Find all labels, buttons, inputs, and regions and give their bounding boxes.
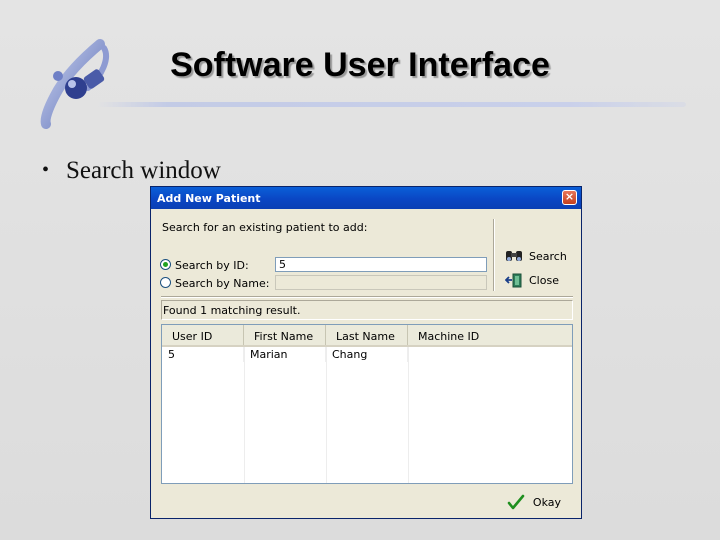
table-row[interactable]: 5 Marian Chang bbox=[162, 347, 572, 362]
results-table[interactable]: User ID First Name Last Name Machine ID … bbox=[161, 324, 573, 484]
cell-first-name: Marian bbox=[244, 347, 326, 362]
column-header-last-name[interactable]: Last Name bbox=[326, 325, 408, 345]
title-underline bbox=[96, 102, 686, 107]
search-by-id-radio[interactable] bbox=[160, 259, 171, 270]
bullet-text: Search window bbox=[66, 157, 221, 184]
close-button[interactable]: Close bbox=[505, 273, 559, 288]
horizontal-divider bbox=[161, 296, 573, 298]
search-button-label: Search bbox=[529, 249, 567, 263]
column-gridline bbox=[244, 347, 245, 483]
cell-last-name: Chang bbox=[326, 347, 408, 362]
search-button[interactable]: Search bbox=[505, 249, 567, 263]
column-gridline bbox=[408, 347, 409, 483]
result-status: Found 1 matching result. bbox=[161, 300, 573, 320]
table-header: User ID First Name Last Name Machine ID bbox=[162, 325, 572, 347]
close-window-button[interactable]: × bbox=[562, 190, 577, 205]
checkmark-icon bbox=[507, 494, 525, 510]
dialog-titlebar[interactable]: Add New Patient × bbox=[151, 187, 581, 209]
cell-machine-id bbox=[408, 347, 572, 362]
search-by-id-input[interactable]: 5 bbox=[275, 257, 487, 272]
vertical-divider bbox=[493, 219, 495, 291]
okay-button-label: Okay bbox=[532, 495, 561, 509]
column-gridline bbox=[326, 347, 327, 483]
okay-button[interactable]: Okay bbox=[507, 494, 561, 510]
column-header-user-id[interactable]: User ID bbox=[162, 325, 244, 345]
bullet-item: • Search window bbox=[42, 157, 221, 185]
close-button-label: Close bbox=[529, 274, 559, 287]
binoculars-icon bbox=[506, 251, 522, 261]
column-header-first-name[interactable]: First Name bbox=[244, 325, 326, 345]
search-by-name-input[interactable] bbox=[275, 275, 487, 290]
dialog-title: Add New Patient bbox=[157, 192, 261, 205]
add-new-patient-dialog: Add New Patient × Search for an existing… bbox=[150, 186, 582, 519]
bullet-dot: • bbox=[42, 159, 50, 181]
search-by-name-radio[interactable] bbox=[160, 277, 171, 288]
column-header-machine-id[interactable]: Machine ID bbox=[408, 325, 572, 345]
search-by-id-label[interactable]: Search by ID: bbox=[175, 259, 249, 272]
exit-door-icon bbox=[505, 273, 522, 288]
slide-title: Software User Interface bbox=[170, 46, 550, 84]
search-prompt: Search for an existing patient to add: bbox=[162, 221, 368, 234]
search-by-name-label[interactable]: Search by Name: bbox=[175, 277, 269, 290]
cell-user-id: 5 bbox=[162, 347, 244, 362]
